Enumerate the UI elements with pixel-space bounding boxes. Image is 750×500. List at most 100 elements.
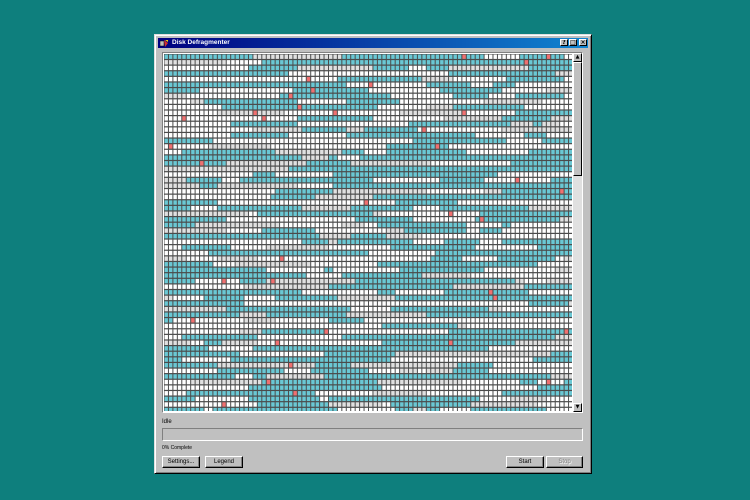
cluster-cell xyxy=(355,267,360,273)
cluster-cell xyxy=(208,334,213,340)
cluster-cell xyxy=(524,138,529,144)
cluster-cell xyxy=(457,116,462,121)
cluster-cell xyxy=(364,290,368,295)
cluster-cell xyxy=(297,245,302,250)
cluster-cell xyxy=(475,183,480,188)
cluster-cell xyxy=(271,71,275,76)
cluster-cell xyxy=(373,104,377,110)
cluster-cell xyxy=(453,267,457,273)
cluster-cell xyxy=(533,121,537,127)
cluster-cell xyxy=(217,318,222,323)
cluster-cell xyxy=(195,88,200,93)
cluster-cell xyxy=(213,278,217,284)
cluster-cell xyxy=(226,82,231,87)
cluster-cell xyxy=(480,245,484,250)
cluster-cell xyxy=(164,161,168,166)
cluster-cell xyxy=(311,76,315,82)
cluster-cell xyxy=(266,133,271,138)
cluster-cell xyxy=(422,273,426,278)
cluster-cell xyxy=(373,189,377,194)
cluster-cell xyxy=(213,71,217,76)
cluster-cell xyxy=(462,284,466,289)
cluster-cell xyxy=(462,65,466,71)
cluster-cell xyxy=(333,205,337,211)
cluster-cell xyxy=(200,262,204,267)
cluster-cell xyxy=(369,189,373,194)
cluster-cell xyxy=(529,306,533,312)
cluster-cell xyxy=(529,138,533,144)
cluster-cell xyxy=(306,278,311,284)
cluster-cell xyxy=(422,323,426,329)
cluster-cell xyxy=(328,334,333,340)
cluster-cell xyxy=(351,301,355,306)
cluster-cell xyxy=(440,60,444,65)
cluster-cell xyxy=(320,161,324,166)
cluster-cell xyxy=(546,138,551,144)
cluster-cell xyxy=(208,217,213,222)
cluster-cell xyxy=(377,189,382,194)
cluster-cell xyxy=(275,329,280,334)
cluster-cell xyxy=(226,284,231,289)
cluster-cell xyxy=(315,161,320,166)
cluster-cell xyxy=(551,82,555,87)
cluster-cell xyxy=(373,133,377,138)
cluster-cell xyxy=(231,334,235,340)
cluster-cell xyxy=(351,93,355,99)
cluster-cell xyxy=(569,346,572,351)
cluster-cell xyxy=(280,127,284,132)
cluster-cell xyxy=(195,312,200,317)
title-bar[interactable]: Disk Defragmenter ? □ × xyxy=(158,38,588,48)
cluster-cell xyxy=(284,290,288,295)
cluster-cell xyxy=(168,110,173,115)
cluster-cell xyxy=(253,71,257,76)
cluster-cell xyxy=(257,346,262,351)
cluster-cell xyxy=(213,273,217,278)
cluster-cell xyxy=(391,346,395,351)
cluster-cell xyxy=(266,127,271,132)
cluster-cell xyxy=(360,110,364,115)
cluster-cell xyxy=(284,144,288,149)
cluster-cell xyxy=(248,82,253,87)
cluster-cell xyxy=(208,177,213,183)
cluster-cell xyxy=(311,99,315,104)
cluster-cell xyxy=(182,65,186,71)
cluster-cell xyxy=(422,71,426,76)
cluster-cell xyxy=(177,295,182,301)
cluster-cell xyxy=(489,104,493,110)
cluster-cell xyxy=(271,340,275,345)
cluster-cell xyxy=(555,340,560,345)
cluster-cell xyxy=(360,351,364,357)
cluster-cell xyxy=(240,217,244,222)
cluster-cell xyxy=(275,189,280,194)
cluster-cell xyxy=(493,133,497,138)
cluster-cell xyxy=(226,116,231,121)
cluster-cell xyxy=(337,334,342,340)
cluster-cell xyxy=(449,267,453,273)
help-button[interactable]: ? xyxy=(560,39,568,46)
cluster-cell xyxy=(253,273,257,278)
cluster-cell xyxy=(440,104,444,110)
cluster-cell xyxy=(222,65,226,71)
cluster-cell xyxy=(431,306,435,312)
cluster-cell xyxy=(369,306,373,312)
cluster-cell xyxy=(533,172,537,177)
cluster-cell xyxy=(200,295,204,301)
cluster-cell xyxy=(204,357,208,362)
cluster-cell xyxy=(253,121,257,127)
cluster-cell xyxy=(551,172,555,177)
cluster-cell xyxy=(244,172,248,177)
cluster-cell xyxy=(191,306,195,312)
cluster-cell xyxy=(240,205,244,211)
maximize-button[interactable]: □ xyxy=(569,39,577,46)
cluster-cell xyxy=(204,267,208,273)
cluster-cell xyxy=(466,306,471,312)
cluster-cell xyxy=(551,110,555,115)
cluster-cell xyxy=(369,211,373,216)
close-button[interactable]: × xyxy=(579,39,587,46)
cluster-cell xyxy=(497,351,502,357)
cluster-cell xyxy=(546,172,551,177)
cluster-cell xyxy=(328,104,333,110)
cluster-cell xyxy=(493,110,497,115)
cluster-cell xyxy=(293,60,297,65)
cluster-cell xyxy=(413,340,417,345)
